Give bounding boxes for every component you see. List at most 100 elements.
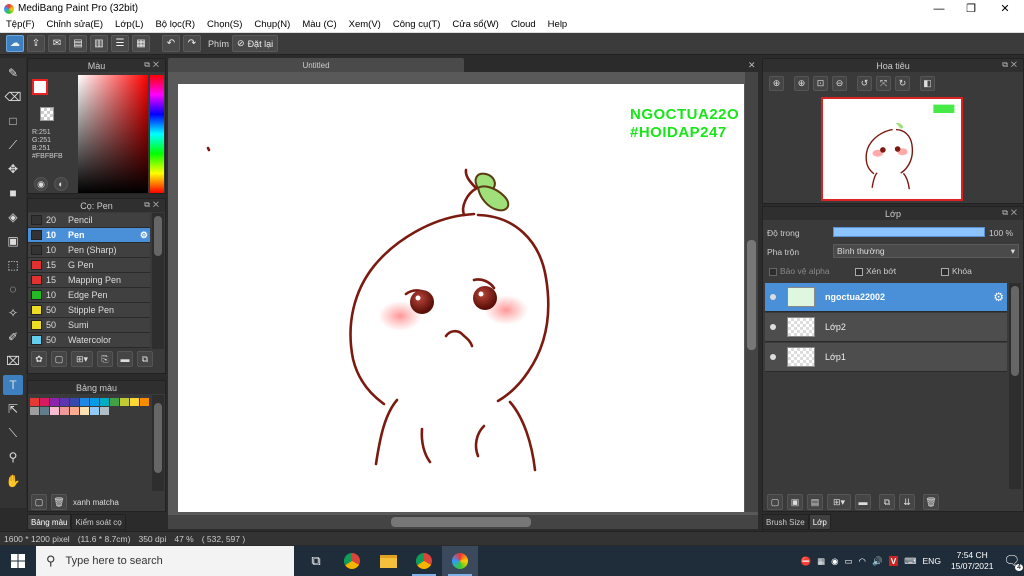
layer-row-ngoctua22002[interactable]: ngoctua22002 ⚙ [765,283,1007,312]
eraser-tool-icon[interactable]: ⌫ [3,87,23,107]
add-brush-menu-icon[interactable]: ⊞▾ [71,351,93,367]
palette-swatch[interactable] [130,398,139,406]
new-halftone-layer-icon[interactable]: ▣ [787,494,803,510]
brush-item[interactable]: 20 Pencil [28,213,150,228]
palette-swatch[interactable] [60,407,69,415]
taskbar-clock[interactable]: 7:54 CH 15/07/2021 [951,550,994,572]
zoom-in-icon[interactable]: ⊕ [769,76,784,91]
wifi-icon[interactable]: ◠ [859,556,866,567]
opacity-slider[interactable] [833,227,985,237]
menu-window[interactable]: Cửa sổ(W) [446,19,504,30]
color-picker-icon[interactable]: ◐ [54,177,68,191]
layer-folder-icon[interactable]: ▬ [855,494,871,510]
background-color-swatch[interactable] [40,107,54,121]
brush-item[interactable]: 10 Edge Pen [28,288,150,303]
import-brush-icon[interactable]: ⎘ [97,351,113,367]
menu-file[interactable]: Tệp(F) [0,19,41,30]
fill-shape-tool-icon[interactable]: ■ [3,183,23,203]
lasso-tool-icon[interactable]: ◌ [3,279,23,299]
canvas-close-icon[interactable]: ✕ [748,60,756,71]
palette-scrollbar[interactable] [152,395,164,491]
notification-icon[interactable]: 🗨 4 [1003,553,1023,571]
hand-tool-icon[interactable]: ✋ [3,471,23,491]
eyedropper-tool-icon[interactable]: ⚲ [3,447,23,467]
brush-item[interactable]: 15 Mapping Pen [28,273,150,288]
brush-item[interactable]: 50 Stipple Pen [28,303,150,318]
app-tray-icon[interactable]: ▦ [817,556,825,567]
zoom-out-icon[interactable]: ⊖ [832,76,847,91]
new-8bit-layer-icon[interactable]: ▤ [807,494,823,510]
rectangle-tool-icon[interactable]: □ [3,111,23,131]
minimize-button[interactable]: — [922,0,956,17]
zoom-plus-icon[interactable]: ⊕ [794,76,809,91]
bucket-tool-icon[interactable]: ◈ [3,207,23,227]
palette-swatch[interactable] [40,398,49,406]
palette-swatch[interactable] [80,407,89,415]
maximize-button[interactable]: ❐ [954,0,988,17]
panel-float-close-icon[interactable]: ⧉✕ [1002,208,1020,218]
text-tool-icon[interactable]: T [3,375,23,395]
canvas-document-tab[interactable]: Untitled [168,58,464,72]
palette-swatch[interactable] [90,398,99,406]
palette-swatch[interactable] [40,407,49,415]
delete-palette-icon[interactable]: 🗑 [51,494,67,510]
undo-icon[interactable]: ↶ [162,35,180,52]
layer-row-lop2[interactable]: Lớp2 [765,313,1007,342]
palette-swatch[interactable] [90,407,99,415]
new-palette-icon[interactable]: ▢ [31,494,47,510]
taskbar-search-input[interactable]: ⚲ Type here to search [36,546,294,576]
palette-swatch[interactable] [70,398,79,406]
input-method-icon[interactable]: ⌨ [904,556,916,567]
battery-icon[interactable]: ▭ [845,556,853,567]
medibang-taskbar-icon[interactable] [442,546,478,576]
select-eraser-tool-icon[interactable]: ⌧ [3,351,23,371]
task-view-icon[interactable]: ⧉ [298,546,334,576]
select-pen-tool-icon[interactable]: ✐ [3,327,23,347]
menu-layer[interactable]: Lớp(L) [109,19,149,30]
palette-swatch[interactable] [30,407,39,415]
layer-visibility-icon[interactable] [770,294,776,300]
delete-layer-icon[interactable]: 🗑 [923,494,939,510]
brush-tool-icon[interactable]: ✎ [3,63,23,83]
color-wheel-icon[interactable]: ◉ [34,177,48,191]
tab-palette[interactable]: Bảng màu [27,514,72,530]
lock-checkbox[interactable]: Khóa [941,266,972,276]
merge-layer-icon[interactable]: ⇊ [899,494,915,510]
list-icon[interactable]: ☰ [111,35,129,52]
gear-icon[interactable]: ⚙ [993,290,1004,304]
panel-float-close-icon[interactable]: ⧉✕ [144,60,162,70]
brush-settings-icon[interactable]: ✿ [31,351,47,367]
clipping-checkbox[interactable]: Xén bớt [855,266,896,276]
palette-swatch[interactable] [50,398,59,406]
menu-select[interactable]: Chọn(S) [201,19,248,30]
chrome-taskbar-icon[interactable] [334,546,370,576]
reset-rotation-icon[interactable]: ⤧ [876,76,891,91]
start-button[interactable] [0,546,36,576]
menu-color[interactable]: Màu (C) [296,19,342,30]
brush-item[interactable]: 50 Watercolor [28,333,150,348]
duplicate-layer-icon[interactable]: ⧉ [879,494,895,510]
brush-folder-icon[interactable]: ▬ [117,351,133,367]
share-icon[interactable]: ⇪ [27,35,45,52]
brush-item[interactable]: 10 Pen (Sharp) [28,243,150,258]
panel-float-close-icon[interactable]: ⧉✕ [1002,60,1020,70]
palette-swatch[interactable] [120,398,129,406]
menu-edit[interactable]: Chỉnh sửa(E) [41,19,110,30]
duplicate-brush-icon[interactable]: ⧉ [137,351,153,367]
rotate-right-icon[interactable]: ↻ [895,76,910,91]
layer-visibility-icon[interactable] [770,324,776,330]
network-status-icon[interactable]: ⛔ [800,556,811,567]
comment-icon[interactable]: ✉ [48,35,66,52]
close-button[interactable]: ✕ [988,0,1022,17]
palette-swatch[interactable] [100,398,109,406]
tray-app-icon-2[interactable]: ◉ [831,556,838,567]
palette-swatch[interactable] [140,398,149,406]
palette-swatch[interactable] [30,398,39,406]
move-tool-icon[interactable]: ✥ [3,159,23,179]
canvas-paper[interactable]: NGOCTUA22O #HOIDAP247 [178,84,744,512]
language-indicator[interactable]: ENG [923,556,941,566]
menu-tools[interactable]: Công cụ(T) [387,19,447,30]
cloud-icon[interactable]: ☁ [6,35,24,52]
rotate-left-icon[interactable]: ↺ [857,76,872,91]
grid-icon[interactable]: ▦ [132,35,150,52]
